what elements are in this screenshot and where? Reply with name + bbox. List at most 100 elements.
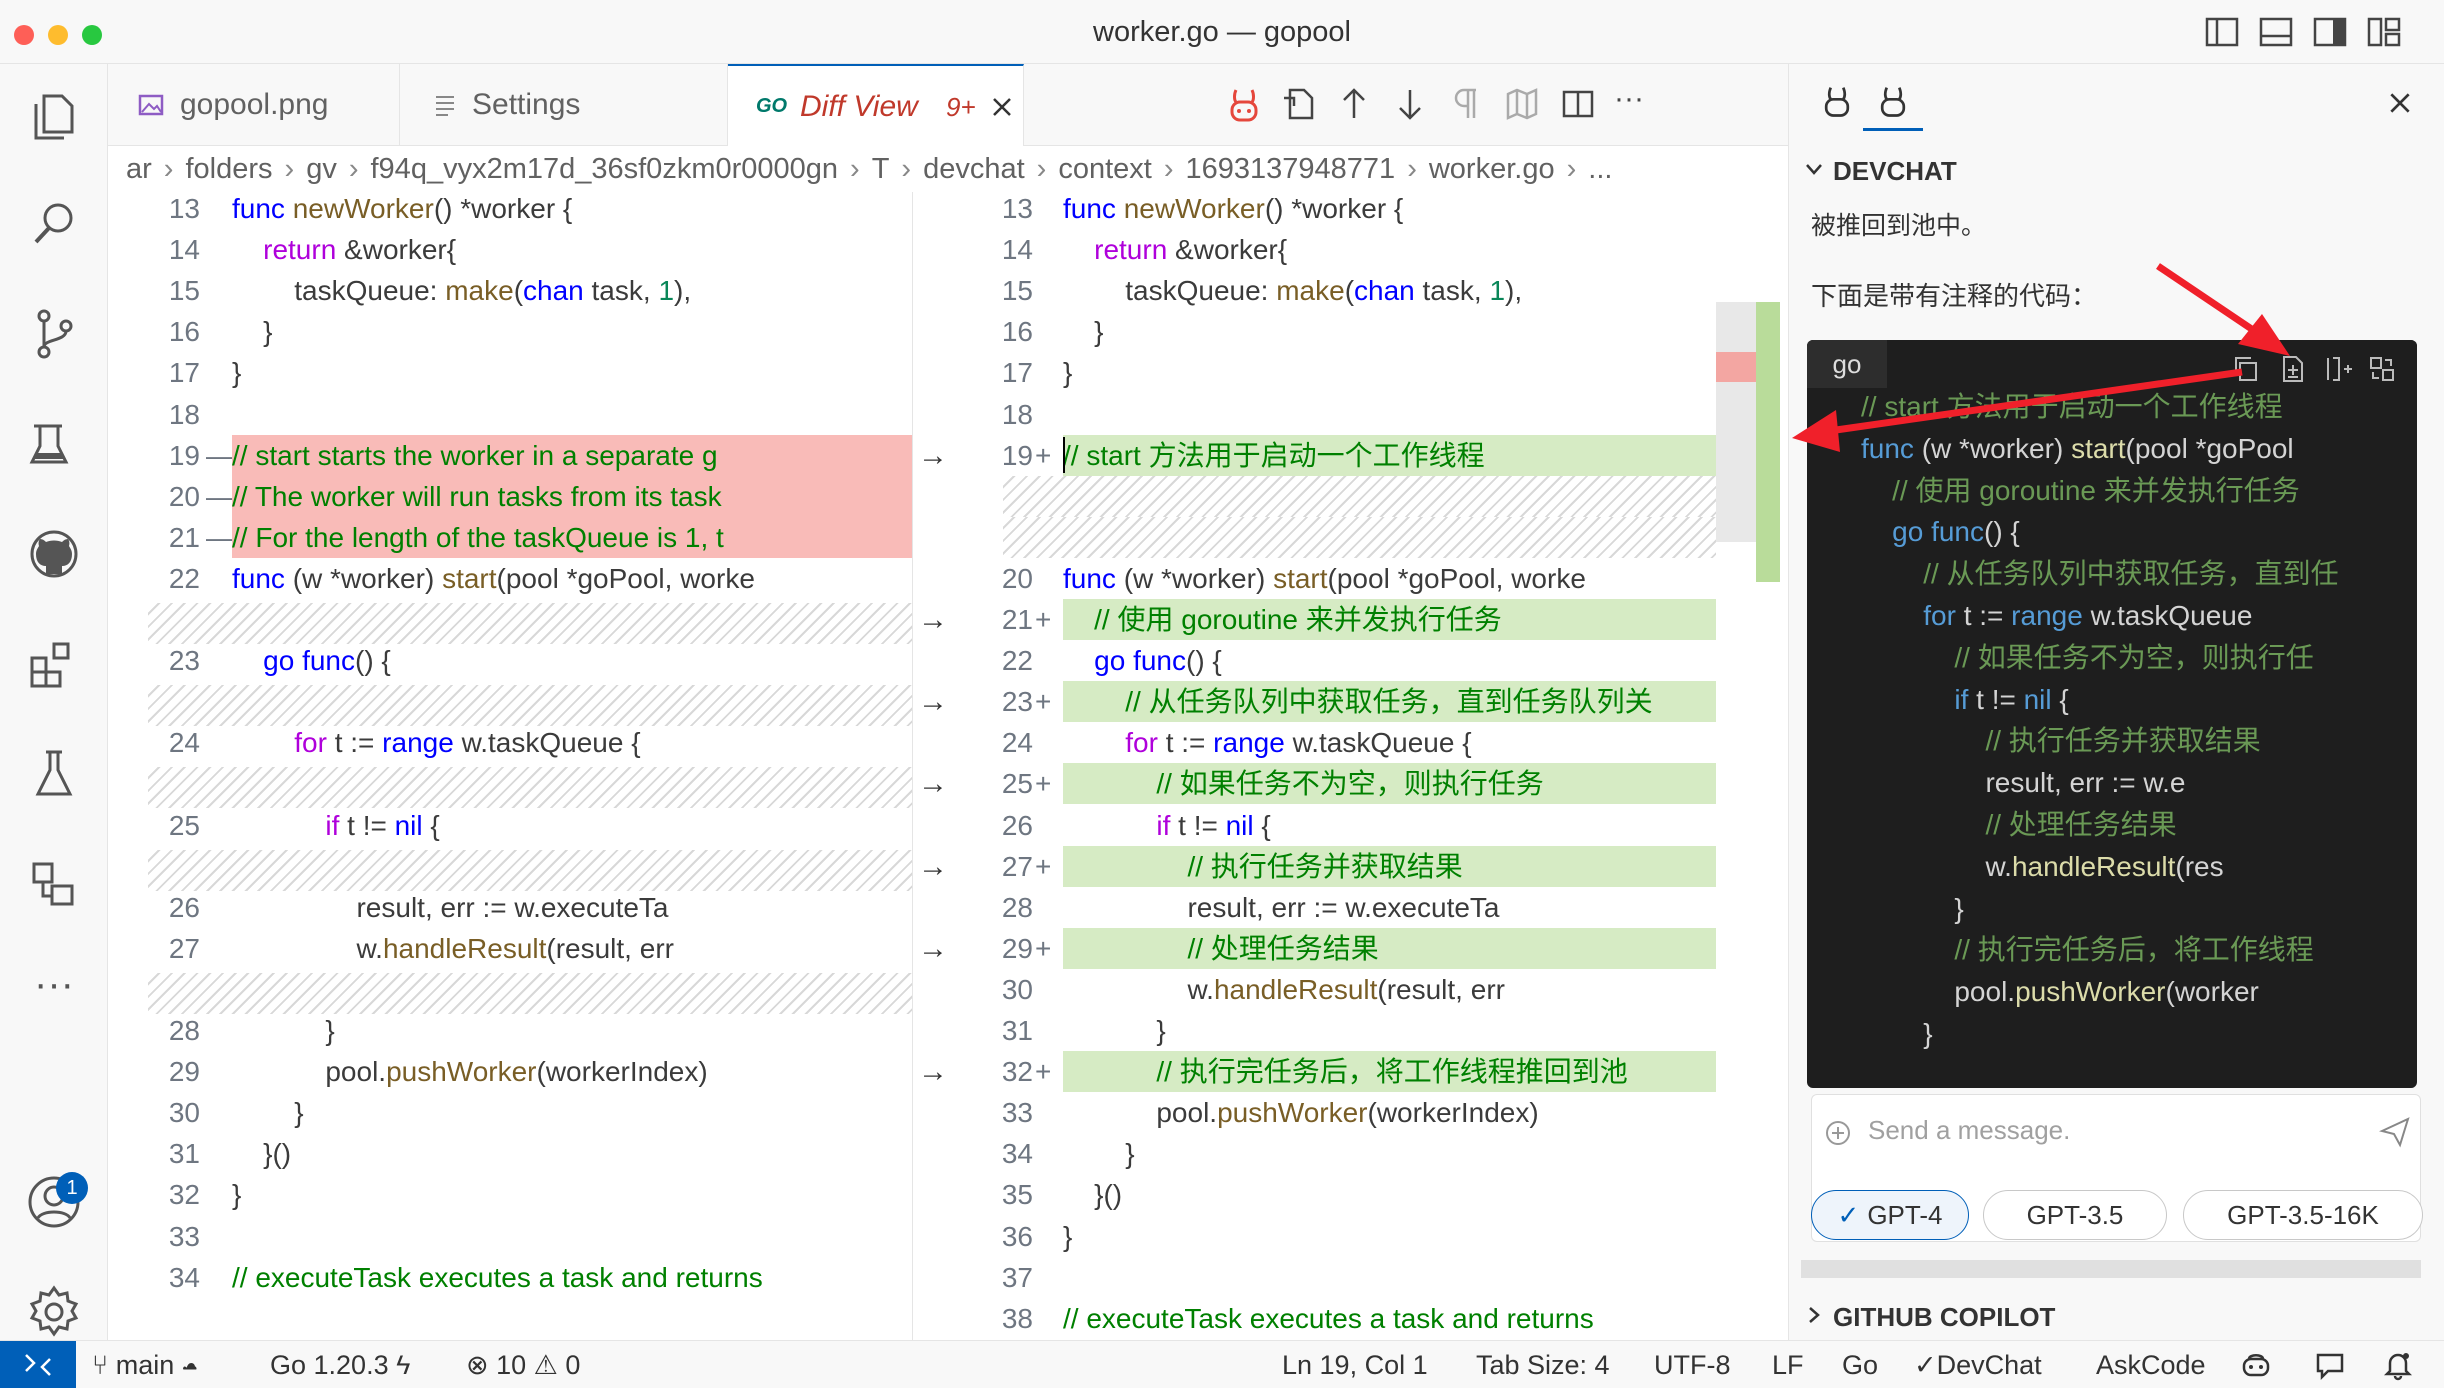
message-input[interactable]: Send a message. [1868,1115,2070,1146]
code-line[interactable]: 30 w.handleResult(result, err [913,969,1716,1010]
close-panel-icon[interactable] [2387,90,2413,116]
code-line[interactable]: 35 }() [913,1174,1716,1215]
add-context-icon[interactable] [1824,1119,1852,1147]
cursor-position[interactable]: Ln 19, Col 1 [1282,1341,1428,1388]
settings-gear-icon[interactable] [24,1282,84,1342]
end-of-line[interactable]: LF [1772,1341,1804,1388]
code-line[interactable]: 31 } [913,1010,1716,1051]
replace-code-icon[interactable] [2367,354,2397,384]
branch-item[interactable]: ⑂ main ☁ [92,1341,198,1388]
code-line[interactable]: 32} [108,1174,912,1215]
toggle-secondary-sidebar-icon[interactable] [2312,14,2348,50]
code-line[interactable]: 33 pool.pushWorker(workerIndex) [913,1092,1716,1133]
breadcrumb-item[interactable]: devchat [923,153,1025,185]
code-line[interactable]: 24 for t := range w.taskQueue { [913,722,1716,763]
code-line[interactable]: 31 }() [108,1133,912,1174]
diff-original-editor[interactable]: 13 func newWorker() *worker {14 return &w… [108,192,912,1340]
remote-explorer-icon[interactable] [24,854,84,914]
devchat-rabbit-icon[interactable] [1224,84,1264,124]
rabbit-active-icon[interactable] [1875,84,1911,120]
toggle-panel-icon[interactable] [2258,14,2294,50]
code-line[interactable]: 24 for t := range w.taskQueue { [108,722,912,763]
code-line[interactable]: 14 return &worker{ [108,229,912,270]
code-line[interactable]: 17} [108,352,912,393]
breadcrumb-item[interactable]: 1693137948771 [1186,153,1396,185]
copy-icon[interactable] [2231,354,2261,384]
breadcrumb-item[interactable]: gv [306,153,337,185]
copilot-section-title[interactable]: GITHUB COPILOT [1833,1302,2055,1333]
code-line[interactable]: 16 } [913,311,1716,352]
code-line[interactable]: 18 [913,394,1716,435]
code-line[interactable]: 16 } [108,311,912,352]
model-gpt-3-5-button[interactable]: GPT-3.5 [1983,1190,2167,1240]
code-line[interactable]: 37 [913,1257,1716,1298]
code-line[interactable]: 22 go func() { [913,640,1716,681]
code-line[interactable]: 17} [913,352,1716,393]
chevron-down-icon[interactable] [1803,158,1825,180]
code-line[interactable]: 20—// The worker will run tasks from its… [108,475,912,517]
whitespace-pilcrow-icon[interactable] [1446,84,1486,124]
extensions-icon[interactable] [24,634,84,694]
breadcrumb-item[interactable]: folders [185,153,272,185]
code-line[interactable]: 28 } [108,1010,912,1051]
code-line[interactable]: 36} [913,1216,1716,1257]
open-file-icon[interactable] [1278,84,1318,124]
problems-item[interactable]: ⊗ 10 ⚠ 0 [466,1341,580,1388]
code-line[interactable]: 26 result, err := w.executeTa [108,887,912,928]
customize-layout-icon[interactable] [2366,14,2402,50]
model-gpt-3-5-16k-button[interactable]: GPT-3.5-16K [2183,1190,2423,1240]
code-line[interactable]: 21—// For the length of the taskQueue is… [108,516,912,558]
explorer-icon[interactable] [24,86,84,146]
diff-modified-editor[interactable]: 13 func newWorker() *worker {14 return &w… [912,192,1716,1340]
code-line[interactable]: 26 if t != nil { [913,805,1716,846]
remote-indicator[interactable] [0,1341,76,1388]
close-tab-icon[interactable] [990,95,1014,119]
code-line[interactable]: 18 [108,394,912,435]
minimap-slider[interactable] [1716,302,1756,542]
code-line[interactable]: 34 // executeTask executes a task and ret… [108,1257,912,1298]
toggle-primary-sidebar-icon[interactable] [2204,14,2240,50]
split-editor-icon[interactable] [1558,84,1598,124]
code-line[interactable]: 20 func (w *worker) start(pool *goPool, w… [913,558,1716,599]
devchat-status[interactable]: ✓DevChat [1914,1341,2042,1388]
notifications-bell-icon[interactable] [2382,1349,2414,1381]
model-gpt-4-button[interactable]: ✓ GPT-4 [1811,1190,1969,1240]
more-actions-icon[interactable]: ··· [1614,84,1654,124]
testing-flask-icon[interactable] [24,414,84,474]
code-line[interactable]: → 23 + // 从任务队列中获取任务，直到任务队列关 [913,681,1716,723]
code-line[interactable]: 38 // executeTask executes a task and ret… [913,1298,1716,1339]
insert-code-icon[interactable] [2323,354,2353,384]
code-line[interactable]: → 29 + // 处理任务结果 [913,927,1716,969]
language-mode[interactable]: Go [1842,1341,1878,1388]
previous-change-icon[interactable] [1334,84,1374,124]
askcode-status[interactable]: AskCode [2096,1341,2206,1388]
search-icon[interactable] [24,194,84,254]
code-line[interactable]: → 27 + // 执行任务并获取结果 [913,845,1716,887]
code-line[interactable]: → 25 + // 如果任务不为空，则执行任务 [913,763,1716,805]
beaker-icon[interactable] [24,744,84,804]
next-change-icon[interactable] [1390,84,1430,124]
code-line[interactable]: 30 } [108,1092,912,1133]
tab-size[interactable]: Tab Size: 4 [1476,1341,1610,1388]
copilot-icon[interactable] [2240,1349,2272,1381]
code-line[interactable]: → 32 + // 执行完任务后，将工作线程推回到池 [913,1051,1716,1093]
breadcrumb-item[interactable]: T [872,153,890,185]
code-line[interactable]: 19—// start starts the worker in a separ… [108,434,912,476]
apply-diff-icon[interactable] [2277,354,2307,384]
code-line[interactable]: 25 if t != nil { [108,805,912,846]
rabbit-icon[interactable] [1819,84,1855,120]
breadcrumb-item[interactable]: ... [1588,153,1612,185]
code-line[interactable]: 34 } [913,1133,1716,1174]
code-line[interactable]: 15 taskQueue: make(chan task, 1), [108,270,912,311]
code-line[interactable]: 22 func (w *worker) start(pool *goPool, w… [108,558,912,599]
code-line[interactable]: → 21 + // 使用 goroutine 来并发执行任务 [913,599,1716,640]
tab-gopool-png[interactable]: gopool.png [108,64,400,146]
chevron-right-icon[interactable] [1803,1304,1825,1326]
breadcrumb-item[interactable]: ar [126,153,152,185]
code-line[interactable]: 33 [108,1216,912,1257]
code-line[interactable]: 15 taskQueue: make(chan task, 1), [913,270,1716,311]
code-line[interactable]: 28 result, err := w.executeTa [913,887,1716,928]
feedback-icon[interactable] [2314,1349,2346,1381]
source-control-icon[interactable] [24,304,84,364]
breadcrumb-item[interactable]: context [1058,153,1152,185]
